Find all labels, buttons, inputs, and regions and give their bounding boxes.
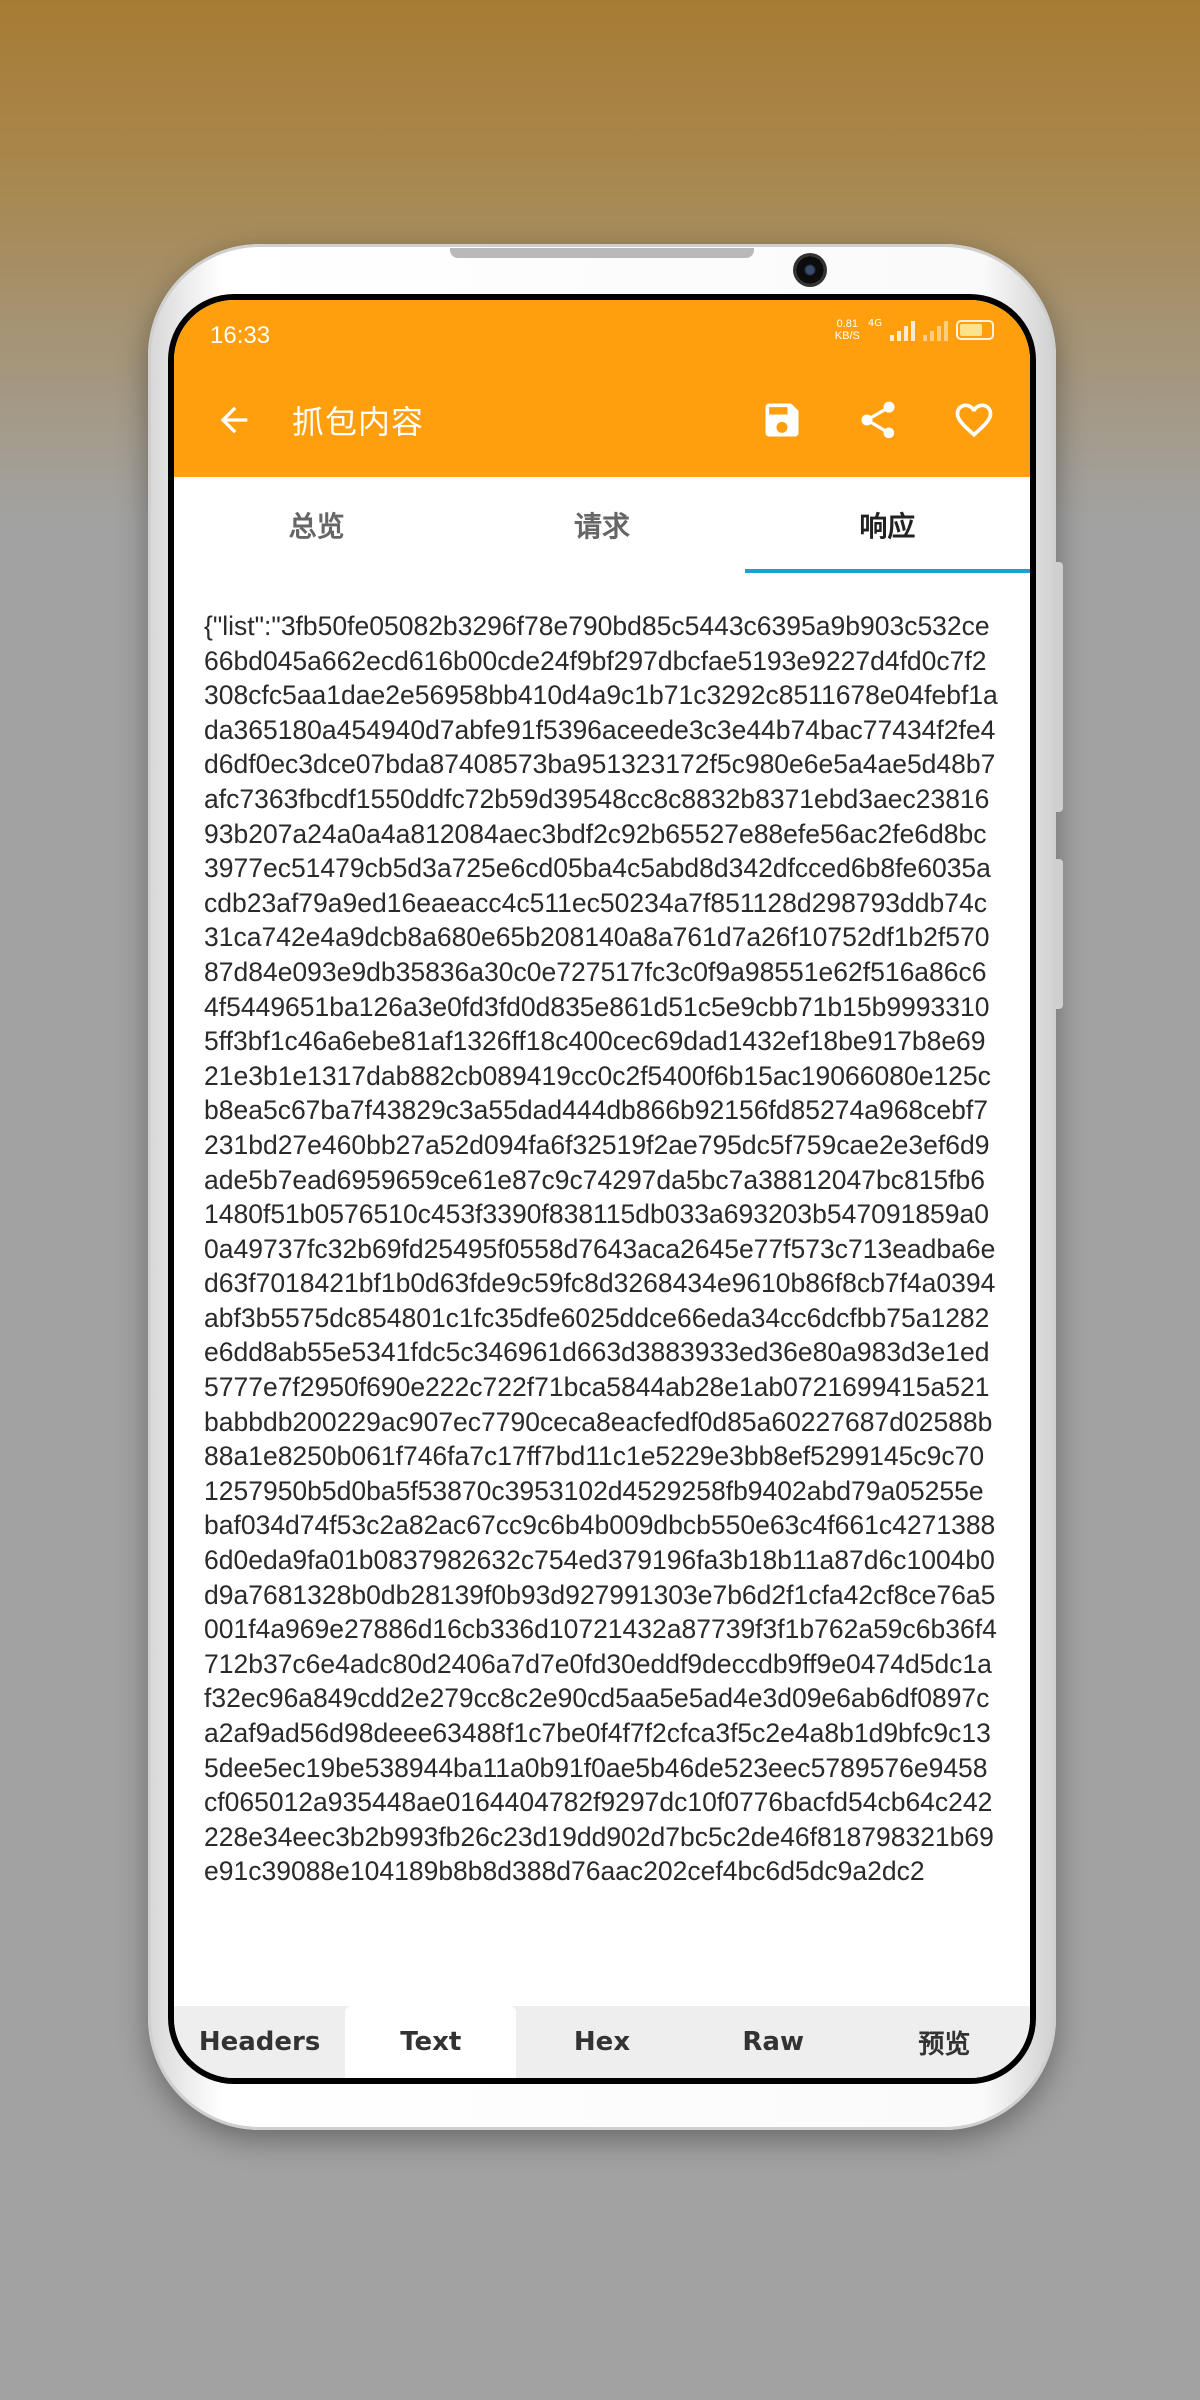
network-speed-value: 0.81: [836, 318, 859, 330]
signal-icon-2: [923, 319, 948, 341]
arrow-left-icon: [220, 406, 248, 434]
heart-icon: [955, 403, 993, 438]
network-speed: 0.81 KB/S: [835, 318, 860, 342]
save-button[interactable]: [750, 388, 814, 452]
app-bar: 16:33 0.81 KB/S 4G 抓包内容: [174, 300, 1030, 477]
front-camera: [796, 256, 824, 284]
signal-icon: [890, 319, 915, 341]
network-type: 4G: [867, 318, 882, 329]
tab-response[interactable]: 响应: [744, 477, 1030, 573]
screen: 16:33 0.81 KB/S 4G 抓包内容 总览 请求 响应 {"list"…: [168, 294, 1036, 2084]
battery-icon: [956, 320, 994, 340]
status-icons: 0.81 KB/S 4G: [835, 318, 994, 342]
tab-overview[interactable]: 总览: [174, 477, 459, 573]
tab-request[interactable]: 请求: [459, 477, 744, 573]
phone-frame: 16:33 0.81 KB/S 4G 抓包内容 总览 请求 响应 {"list"…: [148, 244, 1063, 2130]
network-speed-unit: KB/S: [834, 330, 860, 342]
response-content[interactable]: {"list":"3fb50fe05082b3296f78e790bd85c54…: [174, 573, 1030, 2006]
toolbar: 抓包内容: [174, 370, 1030, 470]
save-icon: [765, 403, 799, 437]
tab-headers[interactable]: Headers: [174, 2006, 345, 2078]
favorite-button[interactable]: [942, 388, 1006, 452]
toolbar-actions: [750, 388, 1006, 452]
response-text: {"list":"3fb50fe05082b3296f78e790bd85c54…: [204, 611, 998, 1887]
share-icon: [861, 401, 895, 439]
format-tab-bar: Headers Text Hex Raw 预览: [174, 2006, 1030, 2078]
tab-preview[interactable]: 预览: [859, 2006, 1030, 2078]
app-screen: 16:33 0.81 KB/S 4G 抓包内容 总览 请求 响应 {"list"…: [174, 300, 1030, 2078]
status-time: 16:33: [210, 322, 271, 349]
tab-text[interactable]: Text: [345, 2006, 517, 2078]
page-title: 抓包内容: [292, 403, 425, 441]
power-button: [1055, 859, 1063, 1009]
back-button[interactable]: [202, 388, 266, 452]
share-button[interactable]: [846, 388, 910, 452]
volume-button: [1055, 562, 1063, 812]
tab-raw[interactable]: Raw: [688, 2006, 859, 2078]
tab-bar: 总览 请求 响应: [174, 477, 1030, 573]
tab-hex[interactable]: Hex: [516, 2006, 687, 2078]
